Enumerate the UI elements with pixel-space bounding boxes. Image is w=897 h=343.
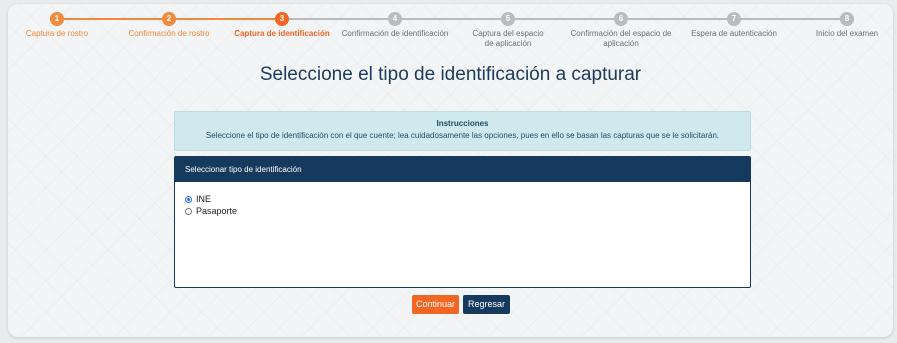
- step-6: 6 Confirmación del espacio de aplicación: [566, 12, 676, 49]
- option-label: INE: [196, 194, 212, 204]
- step-number: 7: [727, 12, 741, 26]
- main-card: 1 Captura de rostro 2 Confirmación de ro…: [8, 4, 893, 337]
- step-number: 3: [275, 12, 289, 26]
- option-pasaporte[interactable]: Pasaporte: [185, 206, 237, 216]
- step-label: Captura del espacio de aplicación: [472, 29, 544, 48]
- step-number: 2: [162, 12, 176, 26]
- page-title: Seleccione el tipo de identificación a c…: [259, 64, 642, 85]
- step-8: 8 Inicio del examen: [792, 12, 893, 39]
- step-label: Captura de rostro: [25, 29, 89, 38]
- radio-ine[interactable]: [185, 195, 192, 203]
- step-number: 5: [501, 12, 515, 26]
- step-number: 4: [388, 12, 402, 26]
- step-number: 8: [840, 12, 854, 26]
- step-3: 3 Captura de identificación: [227, 12, 337, 39]
- instructions-heading: Instrucciones: [436, 119, 489, 128]
- panel-header: Seleccionar tipo de identificación: [175, 157, 750, 182]
- step-7: 7 Espera de autenticación: [679, 12, 789, 39]
- step-label: Espera de autenticación: [691, 29, 777, 38]
- step-label: Confirmación del espacio de aplicación: [570, 29, 672, 48]
- step-label: Confirmación de identificación: [341, 29, 449, 38]
- option-ine[interactable]: INE: [185, 194, 211, 204]
- step-number: 6: [614, 12, 628, 26]
- step-2: 2 Confirmación de rostro: [114, 12, 224, 39]
- instructions-body: Seleccione el tipo de identificación con…: [205, 131, 720, 140]
- radio-pasaporte[interactable]: [185, 207, 192, 215]
- continue-button[interactable]: Continuar: [412, 295, 459, 314]
- step-5: 5 Captura del espacio de aplicación: [453, 12, 563, 49]
- step-label: Inicio del examen: [815, 29, 879, 38]
- step-number: 1: [50, 12, 64, 26]
- progress-stepper: 1 Captura de rostro 2 Confirmación de ro…: [8, 4, 893, 64]
- back-button[interactable]: Regresar: [463, 295, 510, 314]
- step-label: Confirmación de rostro: [128, 29, 210, 38]
- step-4: 4 Confirmación de identificación: [340, 12, 450, 39]
- option-label: Pasaporte: [196, 206, 238, 216]
- step-1: 1 Captura de rostro: [8, 12, 112, 39]
- id-type-panel: Seleccionar tipo de identificación INE P…: [174, 156, 751, 288]
- instructions-box: Instrucciones Seleccione el tipo de iden…: [174, 111, 751, 151]
- step-label: Captura de identificación: [234, 29, 330, 38]
